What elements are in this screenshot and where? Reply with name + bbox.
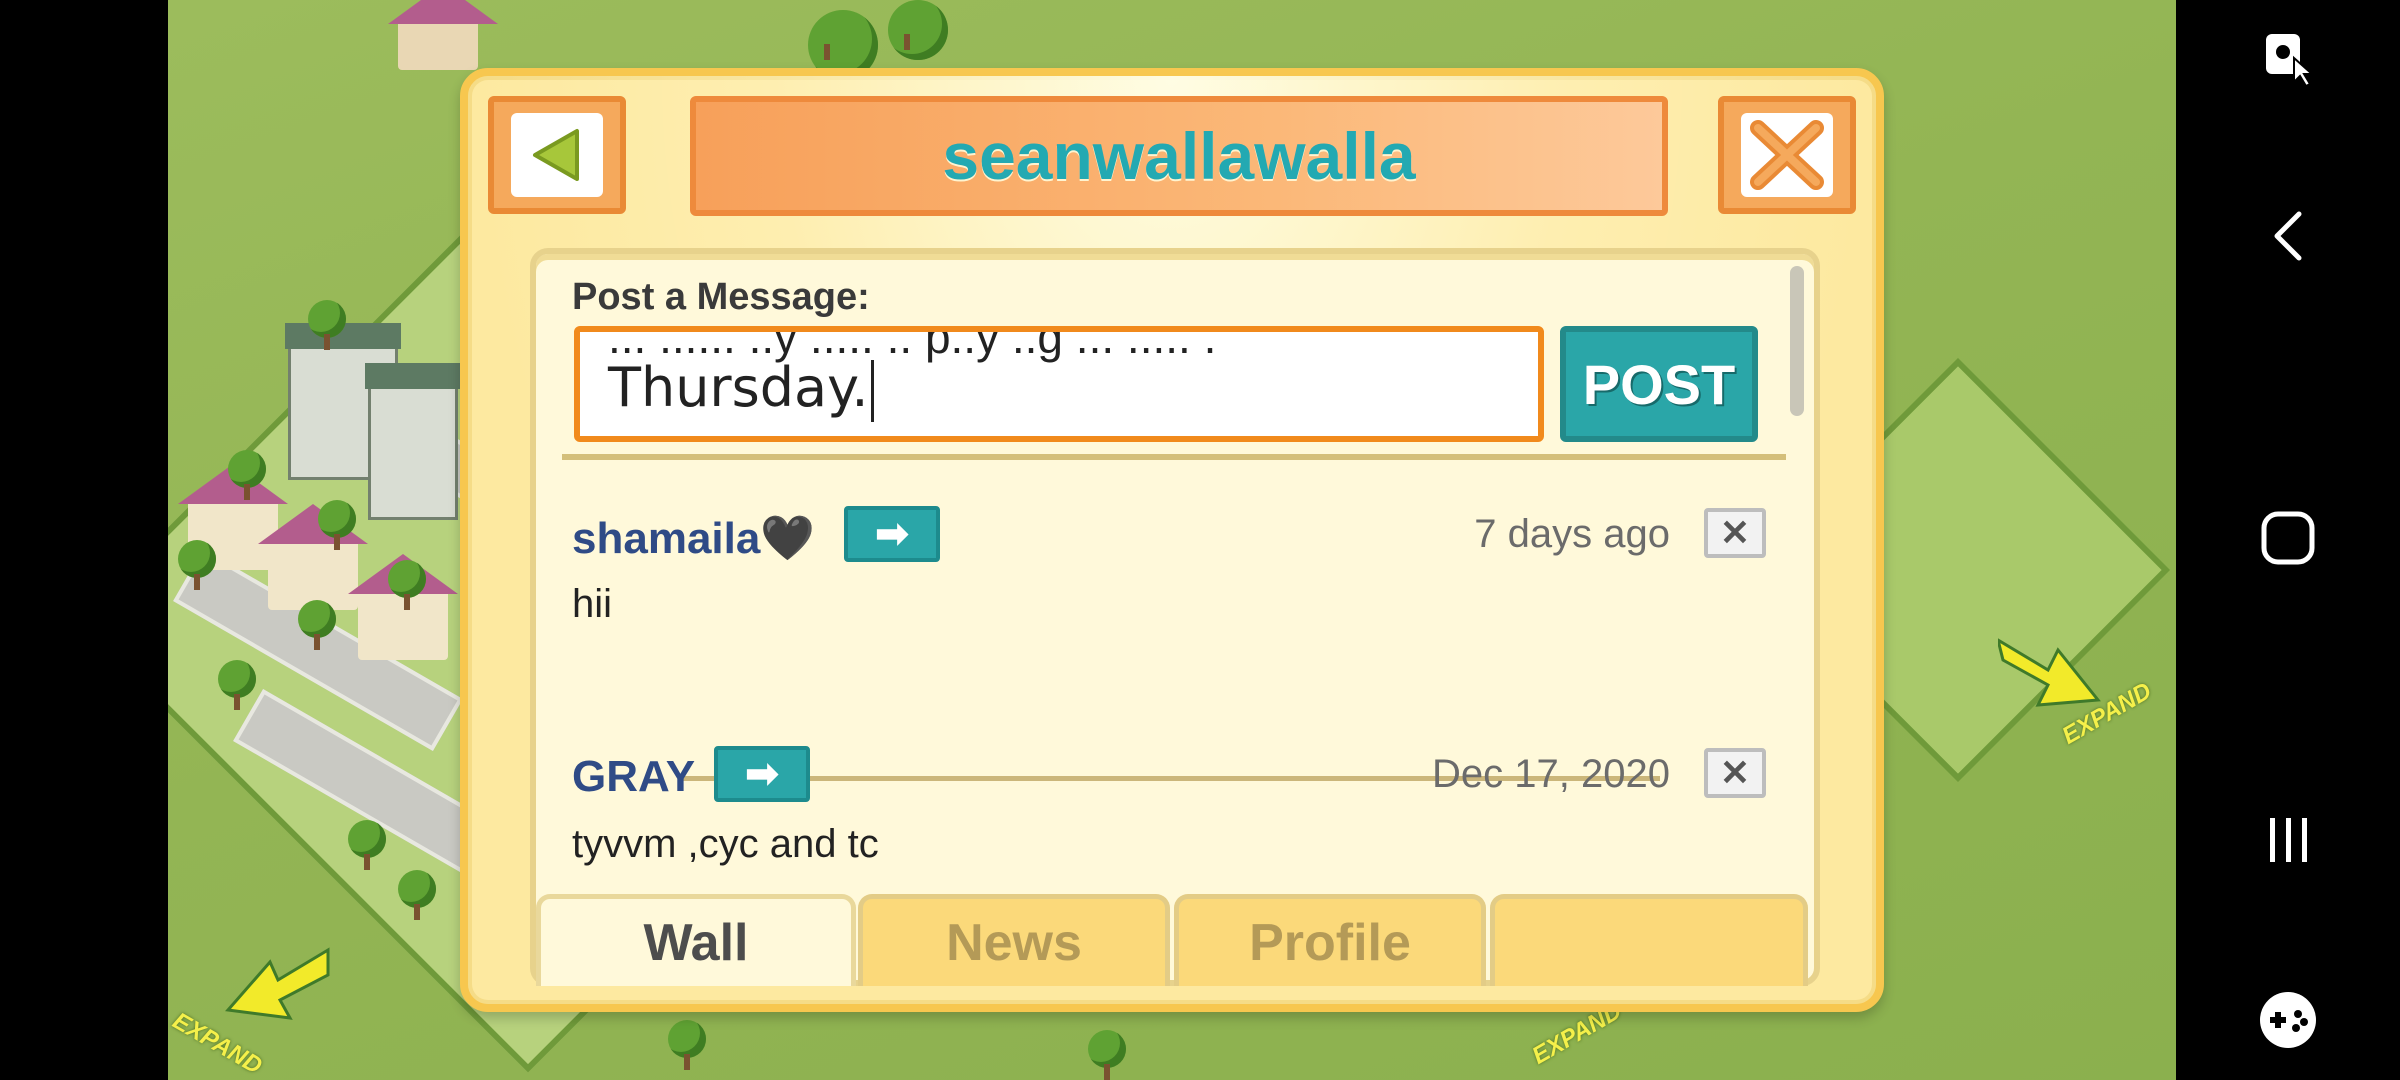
post-date: 7 days ago [1474, 512, 1670, 556]
tree [668, 1020, 706, 1070]
post-button[interactable]: POST [1560, 326, 1758, 442]
house[interactable] [348, 554, 458, 660]
friend-wall-dialog: seanwallawalla Post a Message: ... .....… [460, 68, 1884, 1012]
screen-touch-lock-icon[interactable] [2248, 18, 2328, 98]
page-title: seanwallawalla [942, 119, 1416, 193]
expand-arrow-icon[interactable] [1998, 620, 2108, 710]
x-delete-icon: ✕ [1719, 752, 1751, 793]
wall-panel: Post a Message: ... ...... ..y ..... .. … [530, 248, 1820, 986]
post-date: Dec 17, 2020 [1432, 752, 1670, 796]
tree [388, 560, 426, 610]
title-bar: seanwallawalla [690, 96, 1668, 216]
arrow-right-icon: ➡ [875, 512, 909, 556]
post-body: tyvvm ,cyc and tc [572, 822, 879, 866]
message-input[interactable]: ... ...... ..y ..... .. p..y ..g ... ...… [574, 326, 1544, 442]
post-author[interactable]: shamaila🖤 [572, 512, 815, 564]
x-delete-icon: ✕ [1719, 512, 1751, 553]
tree [888, 0, 948, 60]
visit-button[interactable]: ➡ [714, 746, 810, 802]
tab-news[interactable]: News [858, 894, 1170, 986]
back-nav-icon[interactable] [2248, 196, 2328, 276]
delete-post-button[interactable]: ✕ [1704, 748, 1766, 798]
scrollbar[interactable] [1790, 266, 1804, 416]
system-navigation-bar [2176, 0, 2400, 1080]
post-author[interactable]: GRAY [572, 752, 695, 802]
delete-post-button[interactable]: ✕ [1704, 508, 1766, 558]
tree [308, 300, 346, 350]
tab-wall[interactable]: Wall [536, 894, 856, 986]
game-controller-icon[interactable] [2248, 980, 2328, 1060]
arrow-right-icon: ➡ [745, 752, 779, 796]
tree [1088, 1030, 1126, 1080]
recents-nav-icon[interactable] [2248, 800, 2328, 880]
home-nav-icon[interactable] [2248, 498, 2328, 578]
back-button[interactable] [488, 96, 626, 214]
tab-empty[interactable] [1490, 894, 1808, 986]
close-button[interactable] [1718, 96, 1856, 214]
visit-button[interactable]: ➡ [844, 506, 940, 562]
tree [228, 450, 266, 500]
tree [178, 540, 216, 590]
apartment-building[interactable] [365, 363, 481, 520]
tab-bar: Wall News Profile [536, 894, 1814, 986]
tree [298, 600, 336, 650]
triangle-left-icon [533, 129, 579, 181]
house[interactable] [388, 0, 498, 70]
tab-profile[interactable]: Profile [1174, 894, 1486, 986]
expand-arrow-icon[interactable] [218, 940, 338, 1030]
text-caret [871, 360, 874, 422]
post-body: hii [572, 582, 613, 626]
tree [318, 500, 356, 550]
x-close-icon [1750, 120, 1824, 190]
message-text: Thursday. [608, 356, 869, 419]
post-message-label: Post a Message: [572, 276, 870, 318]
tree [218, 660, 256, 710]
tree [398, 870, 436, 920]
divider [562, 454, 1786, 460]
tree [348, 820, 386, 870]
